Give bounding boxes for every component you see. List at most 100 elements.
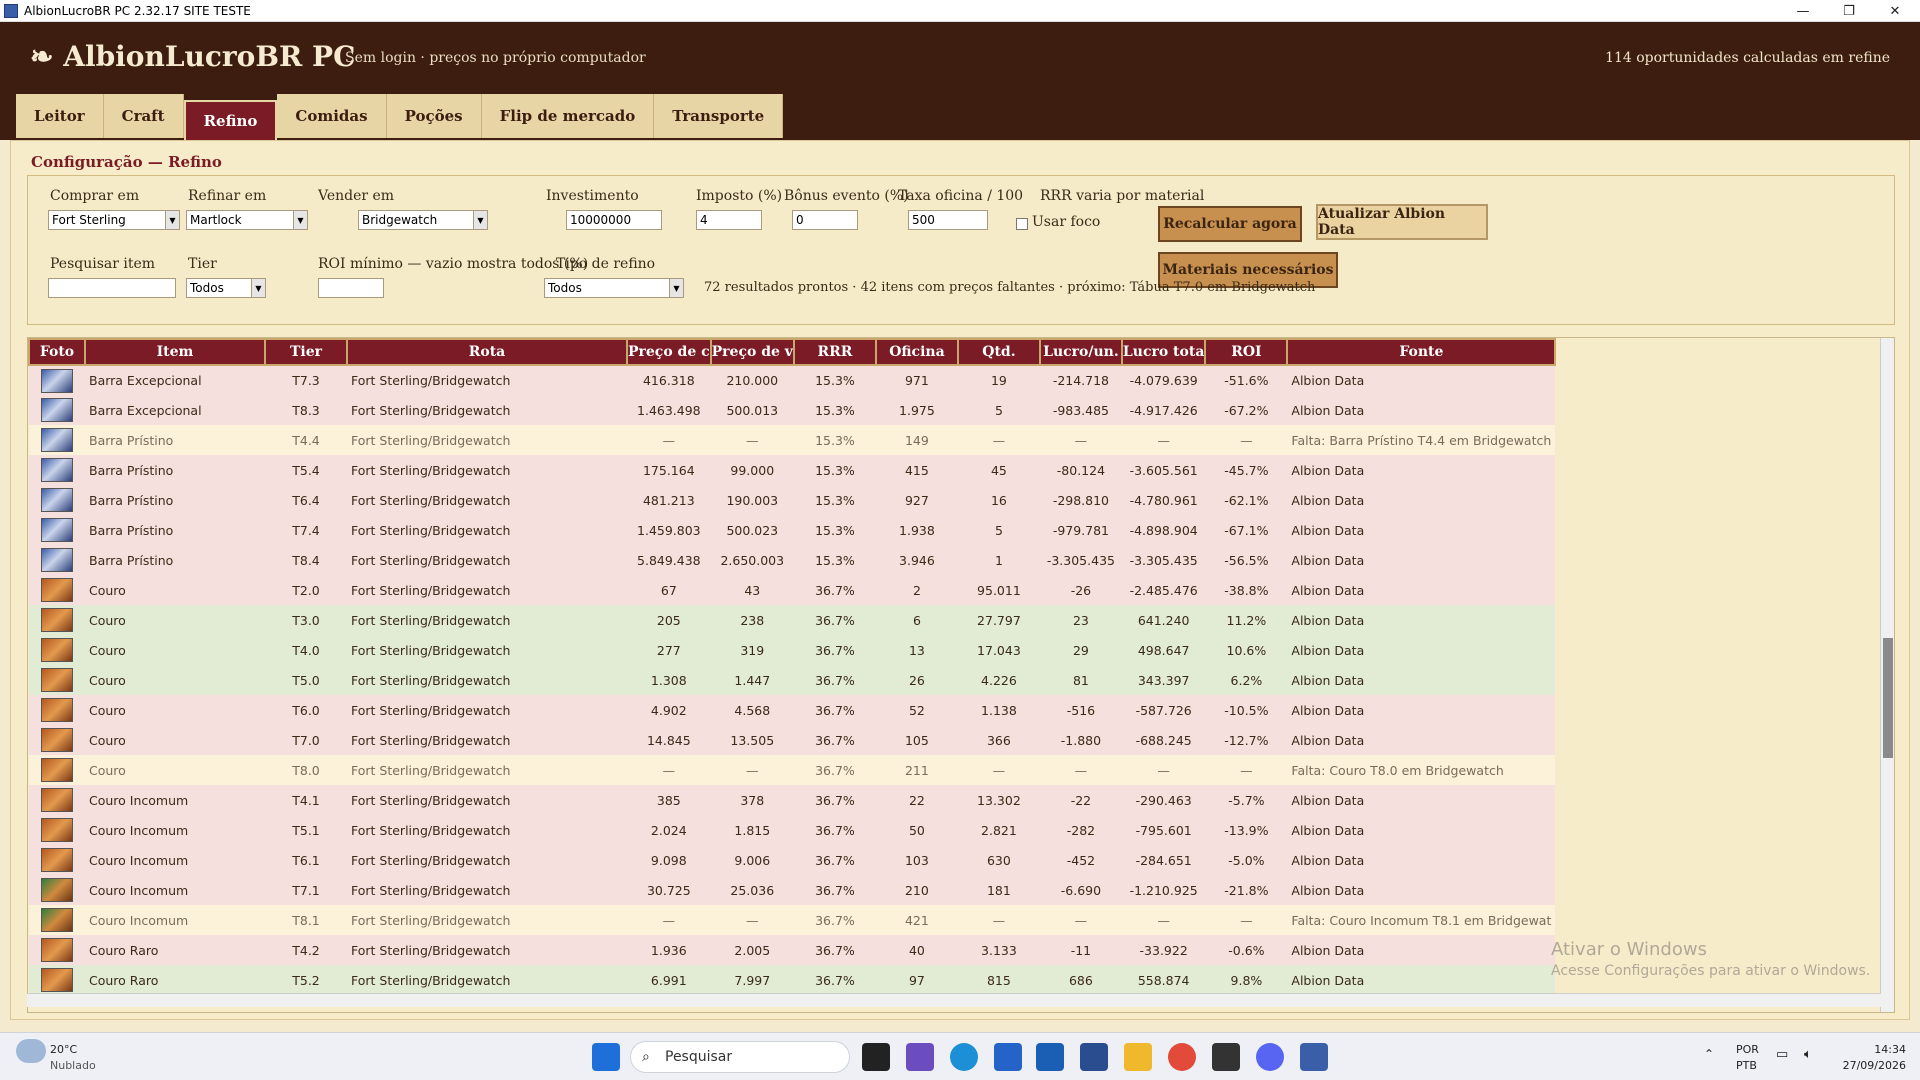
column-header[interactable]: RRR	[792, 338, 877, 366]
cell-rota: Fort Sterling/Bridgewatch	[347, 635, 627, 665]
edge-icon[interactable]	[950, 1043, 978, 1071]
table-row[interactable]: Barra Excepcional T8.3 Fort Sterling/Bridg…	[29, 395, 1556, 425]
tab-craft[interactable]: Craft	[103, 94, 184, 138]
table-row[interactable]: Couro Incomum T4.1 Fort Sterling/Bridgewat…	[29, 785, 1556, 815]
table-row[interactable]: Couro Incomum T6.1 Fort Sterling/Bridgewat…	[29, 845, 1556, 875]
table-row[interactable]: Barra Prístino T8.4 Fort Sterling/Bridgewa…	[29, 545, 1556, 575]
network-icon[interactable]: ▭	[1776, 1047, 1788, 1062]
task-view-icon[interactable]	[862, 1043, 890, 1071]
cell-lt: -4.898.904	[1121, 515, 1206, 545]
search-input[interactable]	[48, 278, 176, 298]
table-row[interactable]: Barra Prístino T7.4 Fort Sterling/Bridgewa…	[29, 515, 1556, 545]
column-header[interactable]: Preço de c	[626, 338, 712, 366]
column-header[interactable]: Item	[84, 338, 266, 366]
atualizar-albion-button[interactable]: Atualizar Albion Data	[1316, 204, 1488, 240]
table-row[interactable]: Couro T4.0 Fort Sterling/Bridgewatch 277 319…	[29, 635, 1556, 665]
chrome-icon[interactable]	[1168, 1043, 1196, 1071]
tier-select[interactable]: Todos ▼	[186, 278, 266, 298]
table-row[interactable]: Couro T5.0 Fort Sterling/Bridgewatch 1.308 1…	[29, 665, 1556, 695]
cell-item: Couro Incomum	[85, 905, 265, 935]
item-photo	[29, 665, 85, 695]
table-row[interactable]: Barra Prístino T4.4 Fort Sterling/Bridgewa…	[29, 425, 1556, 455]
table-row[interactable]: Couro Incomum T8.1 Fort Sterling/Bridgewat…	[29, 905, 1556, 935]
bonus-input[interactable]: 0	[792, 210, 858, 230]
scrollbar-thumb[interactable]	[1883, 638, 1893, 758]
invest-input[interactable]: 10000000	[566, 210, 662, 230]
table-row[interactable]: Couro T3.0 Fort Sterling/Bridgewatch 205 238…	[29, 605, 1556, 635]
column-header[interactable]: Lucro/un.	[1038, 338, 1123, 366]
store-icon[interactable]	[994, 1043, 1022, 1071]
tab-leitor[interactable]: Leitor	[16, 94, 104, 138]
tab-transporte[interactable]: Transporte	[654, 94, 784, 138]
speaker-icon[interactable]: 🔈︎	[1804, 1047, 1812, 1062]
cell-tier: T5.1	[265, 815, 347, 845]
cell-lu: —	[1039, 755, 1122, 785]
outlook-icon[interactable]	[1036, 1043, 1064, 1071]
app-icon-dark[interactable]	[1212, 1043, 1240, 1071]
tab-po-es[interactable]: Poções	[386, 94, 482, 138]
table-row[interactable]: Couro T8.0 Fort Sterling/Bridgewatch — —36.7…	[29, 755, 1556, 785]
cell-pv: 500.013	[710, 395, 794, 425]
column-header[interactable]: Preço de v	[709, 338, 795, 366]
clock-time[interactable]: 14:34	[1846, 1043, 1906, 1056]
column-header[interactable]: ROI	[1204, 338, 1289, 366]
column-header[interactable]: Fonte	[1286, 338, 1557, 366]
table-row[interactable]: Couro T2.0 Fort Sterling/Bridgewatch 67 43 36…	[29, 575, 1556, 605]
table-row[interactable]: Couro Incomum T7.1 Fort Sterling/Bridgewat…	[29, 875, 1556, 905]
albion-app-icon[interactable]	[1300, 1043, 1328, 1071]
minimize-button[interactable]: —	[1780, 0, 1826, 22]
cell-qtd: 2.821	[957, 815, 1040, 845]
cell-oficina: 927	[875, 485, 958, 515]
tab-comidas[interactable]: Comidas	[277, 94, 387, 138]
column-header[interactable]: Lucro tota	[1120, 338, 1207, 366]
vender-select[interactable]: Bridgewatch ▼	[358, 210, 488, 230]
foco-checkbox[interactable]	[1016, 218, 1028, 230]
cell-lt: -795.601	[1121, 815, 1206, 845]
folder-icon[interactable]	[1124, 1043, 1152, 1071]
table-row[interactable]: Couro Incomum T5.1 Fort Sterling/Bridgewat…	[29, 815, 1556, 845]
taskbar-search[interactable]: Pesquisar	[630, 1041, 850, 1073]
item-photo	[29, 965, 85, 995]
cell-rrr: 15.3%	[793, 545, 876, 575]
column-header[interactable]: Foto	[28, 338, 86, 366]
vertical-scrollbar[interactable]	[1880, 338, 1894, 1012]
refinar-select[interactable]: Martlock ▼	[186, 210, 308, 230]
close-button[interactable]: ✕	[1872, 0, 1918, 22]
start-icon[interactable]	[592, 1043, 620, 1071]
table-row[interactable]: Couro T6.0 Fort Sterling/Bridgewatch 4.902 4…	[29, 695, 1556, 725]
column-header[interactable]: Tier	[264, 338, 348, 366]
recalcular-button[interactable]: Recalcular agora	[1158, 206, 1302, 242]
widgets-icon[interactable]	[906, 1043, 934, 1071]
table-row[interactable]: Barra Excepcional T7.3 Fort Sterling/Bridg…	[29, 365, 1556, 395]
lang-secondary[interactable]: PTB	[1736, 1059, 1757, 1072]
lang-primary[interactable]: POR	[1736, 1043, 1759, 1056]
cell-lu: -979.781	[1039, 515, 1122, 545]
table-row[interactable]: Couro T7.0 Fort Sterling/Bridgewatch 14.845…	[29, 725, 1556, 755]
table-row[interactable]: Couro Raro T4.2 Fort Sterling/Bridgewatch 1…	[29, 935, 1556, 965]
search-label: Pesquisar item	[50, 256, 156, 272]
imposto-input[interactable]: 4	[696, 210, 762, 230]
tipo-select[interactable]: Todos ▼	[544, 278, 684, 298]
tab-refino[interactable]: Refino	[183, 100, 278, 140]
column-header[interactable]: Qtd.	[956, 338, 1041, 366]
column-header[interactable]: Oficina	[874, 338, 959, 366]
maximize-button[interactable]: ❐	[1826, 0, 1872, 22]
terminal-icon[interactable]	[1080, 1043, 1108, 1071]
metal-bar-icon	[41, 518, 73, 542]
cell-pc: 30.725	[627, 875, 711, 905]
cell-fonte: Albion Data	[1287, 935, 1556, 965]
table-row[interactable]: Barra Prístino T5.4 Fort Sterling/Bridgewa…	[29, 455, 1556, 485]
app-logo: ❧ AlbionLucroBR PC	[30, 40, 355, 73]
table-row[interactable]: Barra Prístino T6.4 Fort Sterling/Bridgewa…	[29, 485, 1556, 515]
roi-input[interactable]	[318, 278, 384, 298]
taxa-input[interactable]: 500	[908, 210, 988, 230]
chevron-up-icon[interactable]: ⌃	[1704, 1047, 1714, 1061]
table-row[interactable]: Couro Raro T5.2 Fort Sterling/Bridgewatch 6…	[29, 965, 1556, 995]
discord-icon[interactable]	[1256, 1043, 1284, 1071]
horizontal-scrollbar[interactable]	[27, 993, 1881, 1007]
tab-flip-de-mercado[interactable]: Flip de mercado	[481, 94, 655, 138]
comprar-select[interactable]: Fort Sterling ▼	[48, 210, 180, 230]
chevron-down-icon: ▼	[669, 279, 683, 297]
column-header[interactable]: Rota	[346, 338, 628, 366]
clock-date[interactable]: 27/09/2026	[1826, 1059, 1906, 1072]
